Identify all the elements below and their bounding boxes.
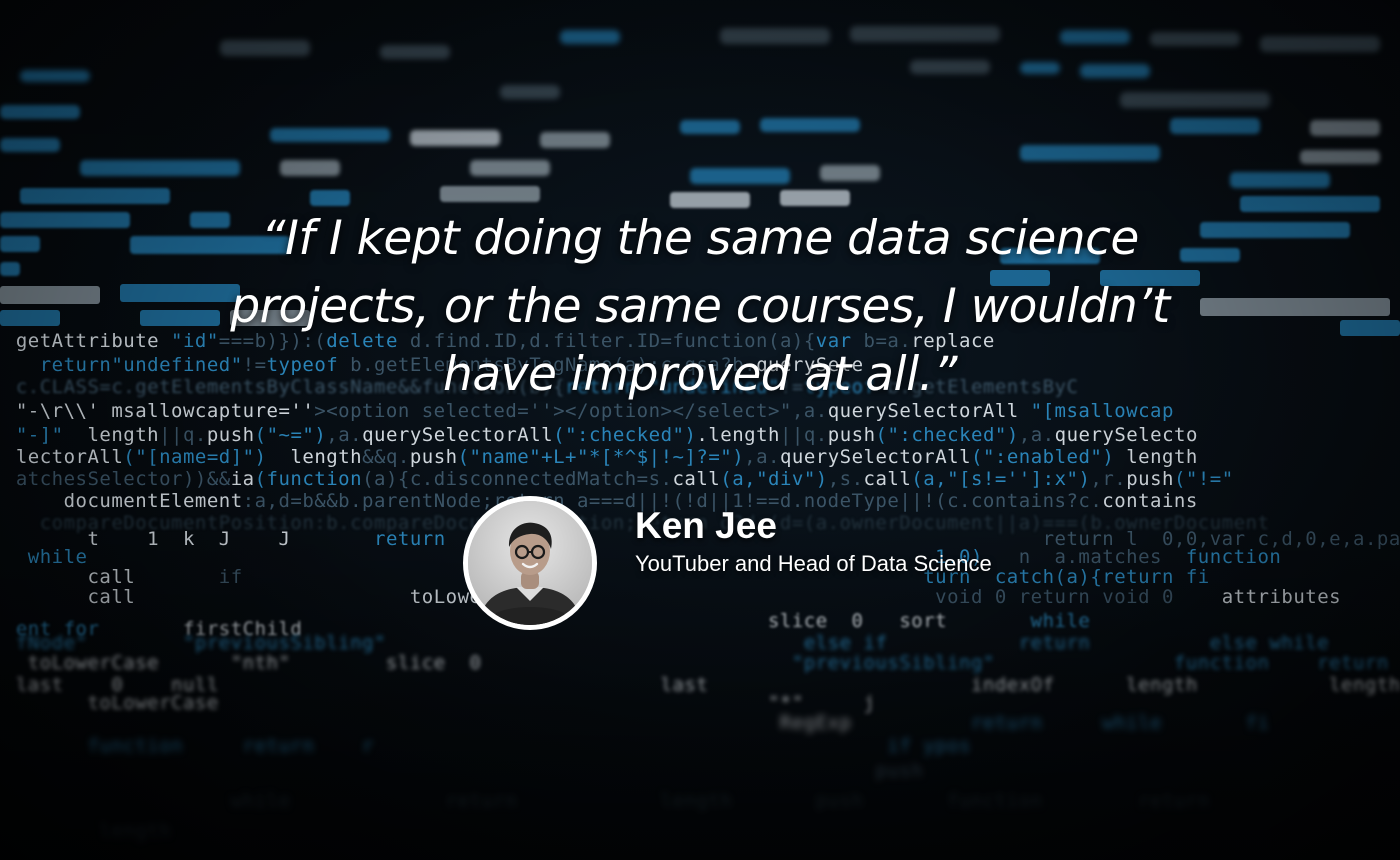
avatar — [463, 496, 597, 630]
vignette-overlay — [0, 0, 1400, 860]
quote-line-1: “If I kept doing the same data science — [261, 211, 1139, 266]
quote-card: getAttribute "id"===b)}):(delete d.find.… — [0, 0, 1400, 860]
author-info: Ken Jee YouTuber and Head of Data Scienc… — [635, 504, 992, 578]
quote-line-2: projects, or the same courses, I wouldn’… — [230, 279, 1170, 334]
code-background-texture — [0, 26, 1400, 336]
author-role: YouTuber and Head of Data Science — [635, 551, 992, 576]
author-name: Ken Jee — [635, 505, 777, 546]
person-portrait-icon — [468, 501, 592, 625]
quote-text: “If I kept doing the same data science p… — [200, 205, 1200, 409]
quote-line-3: have improved at all.” — [443, 347, 957, 402]
author-block: Ken Jee YouTuber and Head of Data Scienc… — [463, 496, 992, 630]
code-background: getAttribute "id"===b)}):(delete d.find.… — [0, 0, 1400, 860]
